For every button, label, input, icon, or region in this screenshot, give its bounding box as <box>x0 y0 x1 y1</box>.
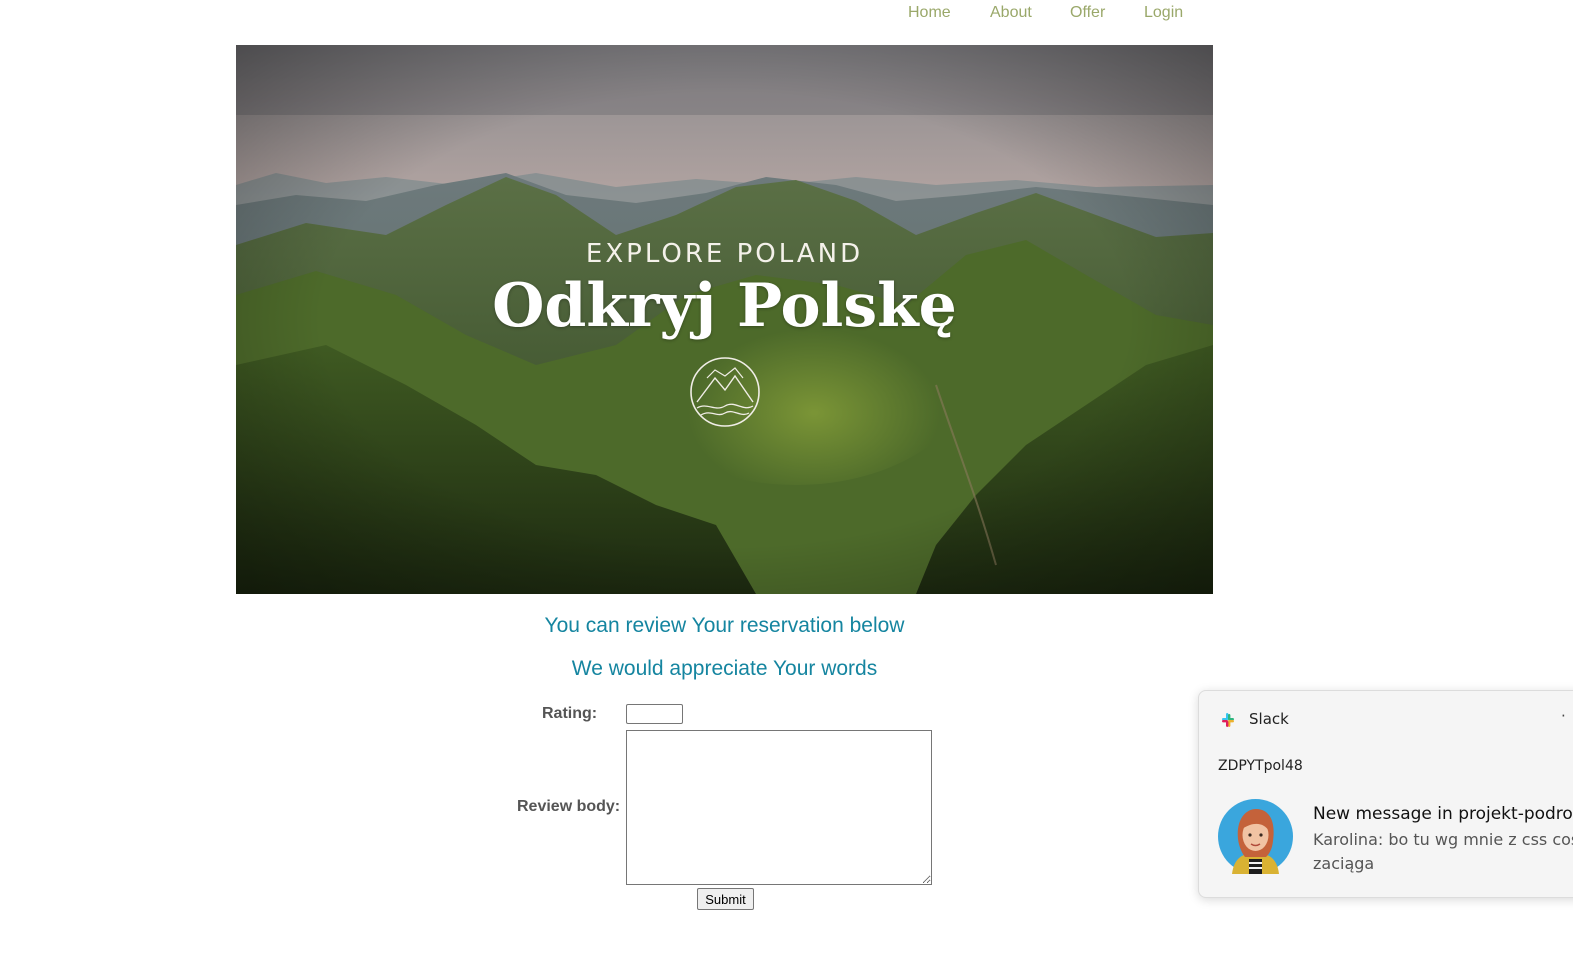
top-nav: Home About Offer Login <box>0 4 1573 26</box>
nav-offer-link[interactable]: Offer <box>1070 4 1105 22</box>
submit-button[interactable]: Submit <box>697 888 754 910</box>
toast-app-name: Slack <box>1249 710 1289 728</box>
hero-banner: EXPLORE POLAND Odkryj Polskę <box>236 45 1213 594</box>
nav-about-link[interactable]: About <box>990 4 1032 22</box>
avatar <box>1218 799 1293 874</box>
appreciate-heading: We would appreciate Your words <box>571 657 878 680</box>
mountain-emblem-icon <box>690 357 760 427</box>
hero-subtitle: EXPLORE POLAND <box>585 239 864 269</box>
review-body-textarea[interactable] <box>626 730 932 885</box>
rating-label: Rating: <box>542 705 598 722</box>
notification-toast[interactable]: Slack · ZDPYTpol48 New message in projek… <box>1198 690 1573 898</box>
toast-message: Karolina: bo tu wg mnie z css coś zaciąg… <box>1313 830 1573 873</box>
review-heading: You can review Your reservation below <box>544 614 905 637</box>
nav-home-link[interactable]: Home <box>908 4 951 22</box>
slack-icon <box>1222 713 1234 727</box>
toast-workspace: ZDPYTpol48 <box>1218 758 1303 774</box>
nav-login-link[interactable]: Login <box>1144 4 1183 22</box>
rating-input[interactable] <box>626 704 683 724</box>
review-body-label: Review body: <box>517 798 621 815</box>
toast-title: New message in projekt-podroze <box>1313 804 1573 824</box>
toast-more-icon[interactable]: · <box>1561 707 1566 725</box>
hero-title: Odkryj Polskę <box>492 271 957 341</box>
